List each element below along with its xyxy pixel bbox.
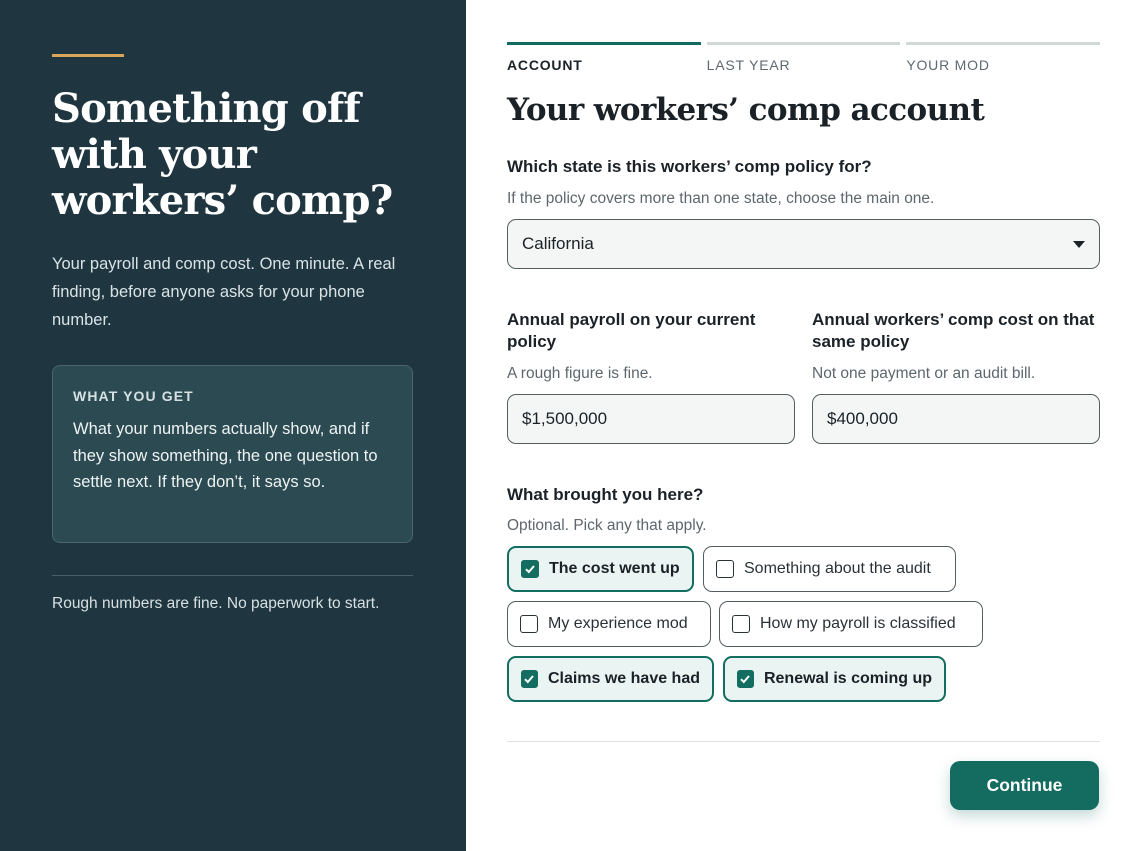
step-label: LAST YEAR <box>706 57 791 73</box>
comp-cost-label: Annual workers’ comp cost on that same p… <box>812 310 1095 351</box>
reason-audit[interactable]: Something about the audit <box>703 546 956 592</box>
checkbox <box>521 670 538 688</box>
intro-subtitle: Your payroll and comp cost. One minute. … <box>52 255 396 329</box>
state-select-value: California <box>522 234 594 253</box>
page-title: Your workers’ comp account <box>507 92 985 128</box>
reason-claims[interactable]: Claims we have had <box>507 656 714 702</box>
card-label: WHAT YOU GET <box>73 388 194 404</box>
payroll-input[interactable] <box>522 409 780 429</box>
intro-panel: Something off with your workers’ comp? Y… <box>0 0 466 851</box>
comp-cost-input[interactable] <box>827 409 1085 429</box>
step-label: YOUR MOD <box>906 57 990 73</box>
card-text: What your numbers actually show, and if … <box>73 420 378 491</box>
check-icon <box>524 675 535 684</box>
reasons-help: Optional. Pick any that apply. <box>507 517 707 534</box>
comp-cost-field-wrap <box>812 394 1100 444</box>
step-account: ACCOUNT <box>507 42 701 73</box>
accent-rule <box>52 54 124 57</box>
chip-label: Something about the audit <box>744 560 931 577</box>
step-your-mod: YOUR MOD <box>906 42 1101 73</box>
check-icon <box>525 565 535 574</box>
check-icon <box>740 675 751 684</box>
progress-steps: ACCOUNT LAST YEAR YOUR MOD <box>507 42 1101 73</box>
reason-payroll-classified[interactable]: How my payroll is classified <box>719 601 983 647</box>
step-bar <box>906 42 1101 45</box>
intro-footer: Rough numbers are fine. No paperwork to … <box>52 595 380 612</box>
intro-title: Something off with your workers’ comp? <box>52 85 393 224</box>
step-last-year: LAST YEAR <box>706 42 901 73</box>
chip-label: The cost went up <box>549 560 680 577</box>
chip-label: My experience mod <box>548 615 688 632</box>
comp-cost-help: Not one payment or an audit bill. <box>812 365 1036 382</box>
state-help: If the policy covers more than one state… <box>507 190 935 207</box>
checkbox <box>521 560 539 578</box>
caret-down-icon <box>1073 241 1085 248</box>
what-you-get-card: WHAT YOU GET What your numbers actually … <box>52 365 413 543</box>
state-select[interactable]: California <box>507 219 1100 269</box>
payroll-label: Annual payroll on your current policy <box>507 310 756 351</box>
checkbox <box>716 560 734 578</box>
form-divider <box>507 741 1100 742</box>
checkbox <box>732 615 750 633</box>
step-bar <box>706 42 901 45</box>
continue-button[interactable]: Continue <box>950 761 1099 810</box>
payroll-help: A rough figure is fine. <box>507 365 653 382</box>
step-bar <box>507 42 701 45</box>
chip-label: Claims we have had <box>547 670 700 687</box>
state-label: Which state is this workers’ comp policy… <box>507 157 872 176</box>
checkbox <box>737 670 754 688</box>
payroll-field-wrap <box>507 394 795 444</box>
step-label: ACCOUNT <box>507 57 583 73</box>
reason-renewal[interactable]: Renewal is coming up <box>723 656 946 702</box>
divider <box>52 575 413 576</box>
app-frame: Something off with your workers’ comp? Y… <box>0 0 1144 851</box>
checkbox <box>520 615 538 633</box>
chip-label: Renewal is coming up <box>763 670 932 687</box>
chip-label: How my payroll is classified <box>760 615 956 632</box>
reasons-label: What brought you here? <box>507 485 704 504</box>
reason-cost-went-up[interactable]: The cost went up <box>507 546 694 592</box>
reason-experience-mod[interactable]: My experience mod <box>507 601 711 647</box>
